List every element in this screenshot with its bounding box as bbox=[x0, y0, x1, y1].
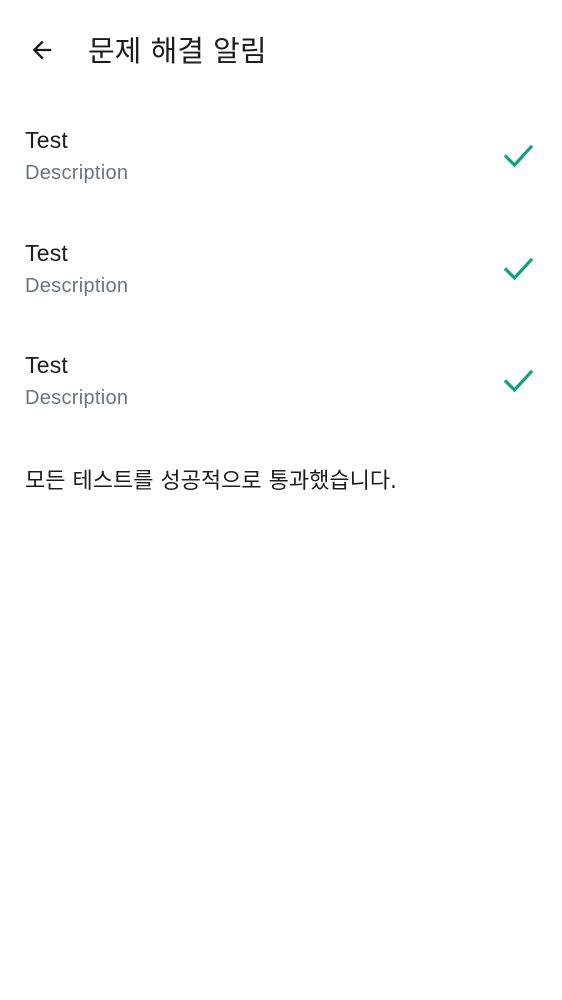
test-list: Test Description Test Description Test D… bbox=[0, 100, 562, 438]
test-item-title: Test bbox=[25, 239, 68, 266]
arrow-back-icon bbox=[28, 36, 56, 64]
check-icon bbox=[502, 367, 534, 395]
test-item-description: Description bbox=[25, 162, 129, 184]
app-bar: 문제 해결 알림 bbox=[0, 0, 562, 100]
test-item-description: Description bbox=[25, 387, 129, 409]
summary-message: 모든 테스트를 성공적으로 통과했습니다. bbox=[25, 469, 398, 494]
test-item: Test Description bbox=[0, 100, 562, 213]
back-button[interactable] bbox=[18, 26, 66, 74]
test-item-description: Description bbox=[25, 274, 129, 297]
test-item-title: Test bbox=[25, 352, 68, 378]
test-item: Test Description bbox=[0, 325, 562, 438]
check-icon bbox=[502, 255, 534, 283]
page-title: 문제 해결 알림 bbox=[88, 34, 267, 68]
test-item: Test Description bbox=[0, 213, 562, 326]
test-item-title: Test bbox=[25, 127, 68, 153]
check-icon bbox=[502, 142, 534, 170]
